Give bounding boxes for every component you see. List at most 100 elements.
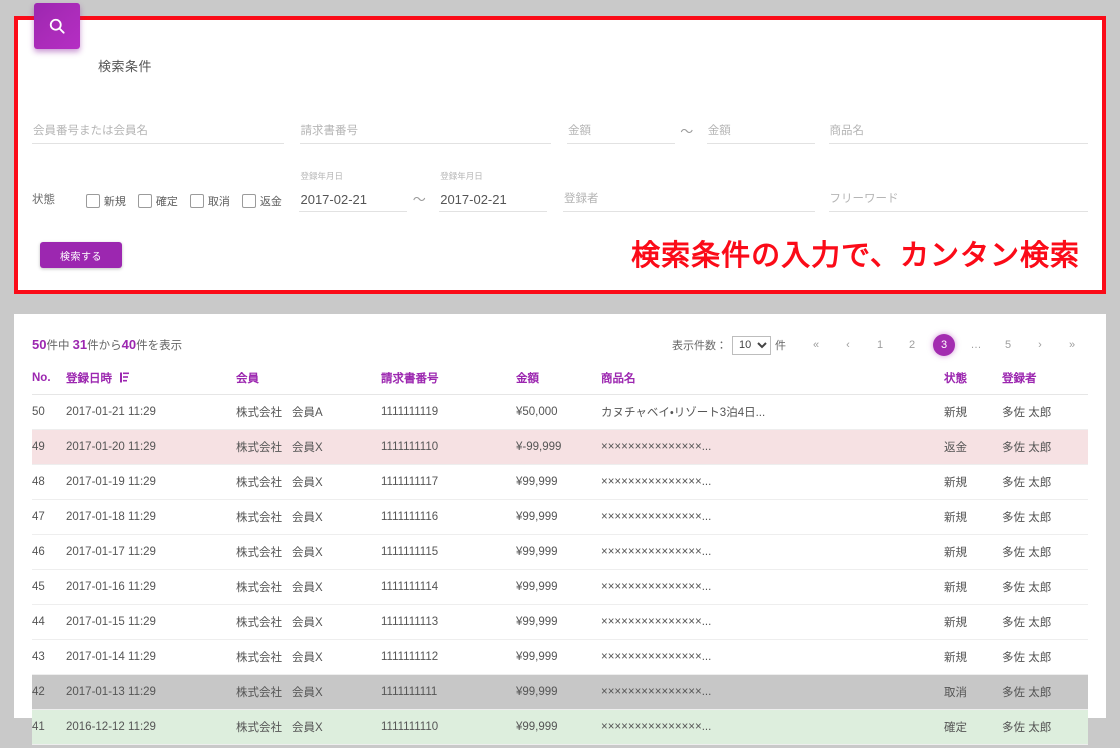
table-row[interactable]: 44 2017-01-15 11:29 株式会社 会員X 1111111113 ¥99,9… xyxy=(32,604,1088,640)
cell-member-name: 会員X xyxy=(292,477,323,489)
column-header-registrant[interactable]: 登録者 xyxy=(1002,366,1088,395)
result-count-prefix: 件中 xyxy=(46,340,70,352)
cell-invoice: 1111111119 xyxy=(381,394,516,430)
pagination-first[interactable]: « xyxy=(805,334,827,356)
cell-date: 2016-12-12 11:29 xyxy=(66,709,236,745)
table-row[interactable]: 50 2017-01-21 11:29 株式会社 会員A 1111111119 ¥50,0… xyxy=(32,394,1088,430)
table-row[interactable]: 46 2017-01-17 11:29 株式会社 会員X 1111111115 ¥99,9… xyxy=(32,534,1088,570)
pagination-page-5[interactable]: 5 xyxy=(997,334,1019,356)
cell-status: 新規 xyxy=(944,499,1002,535)
checkbox-box[interactable] xyxy=(85,194,100,208)
status-checkbox-label: 取消 xyxy=(207,196,230,208)
cell-date: 2017-01-18 11:29 xyxy=(66,499,236,535)
product-name-field[interactable]: 商品名 xyxy=(828,118,1088,144)
cell-product: ×××××××××××××××... xyxy=(601,604,944,640)
registrant-field[interactable]: 登録者 xyxy=(563,186,815,212)
search-row-1: 会員番号または会員名 請求書番号 金額 ～ 金額 商品名 xyxy=(32,102,1088,144)
member-field-placeholder: 会員番号または会員名 xyxy=(33,125,148,137)
column-header-member[interactable]: 会員 xyxy=(236,366,381,395)
cell-member: 株式会社 会員X xyxy=(236,709,381,745)
table-row[interactable]: 41 2016-12-12 11:29 株式会社 会員X 1111111110 ¥99,9… xyxy=(32,709,1088,745)
pagination-last[interactable]: » xyxy=(1061,334,1083,356)
cell-date: 2017-01-21 11:29 xyxy=(66,394,236,430)
per-page-select[interactable]: 10 xyxy=(732,335,771,355)
cell-status: 新規 xyxy=(944,569,1002,605)
cell-member-name: 会員X xyxy=(292,582,323,594)
date-to-field[interactable]: 登録年月日 2017-02-21 xyxy=(439,171,547,212)
sort-icon[interactable] xyxy=(120,372,130,383)
cell-no: 49 xyxy=(32,429,66,465)
result-count-to: 40 xyxy=(121,337,137,352)
column-header-no[interactable]: No. xyxy=(32,366,66,395)
pagination-page-1[interactable]: 1 xyxy=(869,334,891,356)
cell-product: カヌチャベイ・リゾート3泊4日... xyxy=(601,394,944,430)
status-checkbox-torikeshi[interactable]: 取消 xyxy=(189,193,230,209)
checkbox-box[interactable] xyxy=(189,194,204,208)
column-header-status[interactable]: 状態 xyxy=(944,366,1002,395)
cell-invoice: 1111111114 xyxy=(381,569,516,605)
cell-member: 株式会社 会員X xyxy=(236,569,381,605)
date-to-field-value: 2017-02-21 xyxy=(440,192,507,207)
cell-member: 株式会社 会員X xyxy=(236,534,381,570)
date-from-field-label: 登録年月日 xyxy=(300,171,343,181)
cell-member-company: 株式会社 xyxy=(236,407,282,419)
invoice-number-field[interactable]: 請求書番号 xyxy=(299,118,551,144)
pagination-page-2[interactable]: 2 xyxy=(901,334,923,356)
amount-range-separator: ～ xyxy=(680,124,694,139)
cell-invoice: 1111111112 xyxy=(381,639,516,675)
status-checkbox-shinki[interactable]: 新規 xyxy=(85,193,126,209)
pagination-next[interactable]: › xyxy=(1029,334,1051,356)
cell-product: ×××××××××××××××... xyxy=(601,639,944,675)
cell-member-company: 株式会社 xyxy=(236,582,282,594)
cell-registrant: 多佐 太郎 xyxy=(1002,604,1088,640)
search-row-2: 状態 新規 確定 取消 返金 登録年月日 2017-02-21 ～ 登録年月日 … xyxy=(32,166,1088,212)
status-checkbox-label: 新規 xyxy=(103,196,126,208)
column-header-product[interactable]: 商品名 xyxy=(601,366,944,395)
results-panel: 50件中 31件から40件を表示 表示件数： 10 件 « ‹ 1 2 3 … … xyxy=(14,314,1106,745)
registrant-field-placeholder: 登録者 xyxy=(564,193,599,205)
pagination-page-3[interactable]: 3 xyxy=(933,334,955,356)
status-checkbox-henkin[interactable]: 返金 xyxy=(241,193,282,209)
cell-date: 2017-01-17 11:29 xyxy=(66,534,236,570)
search-submit-button[interactable]: 検索する xyxy=(40,242,122,268)
cell-member: 株式会社 会員X xyxy=(236,499,381,535)
table-row[interactable]: 43 2017-01-14 11:29 株式会社 会員X 1111111112 ¥99,9… xyxy=(32,639,1088,675)
column-header-amount[interactable]: 金額 xyxy=(516,366,601,395)
cell-product: ×××××××××××××××... xyxy=(601,429,944,465)
invoice-number-field-placeholder: 請求書番号 xyxy=(300,125,359,137)
table-row[interactable]: 48 2017-01-19 11:29 株式会社 会員X 1111111117 ¥99,9… xyxy=(32,464,1088,500)
date-from-field[interactable]: 登録年月日 2017-02-21 xyxy=(299,171,408,212)
member-field[interactable]: 会員番号または会員名 xyxy=(32,118,284,144)
amount-to-field[interactable]: 金額 xyxy=(706,118,815,144)
cell-member-company: 株式会社 xyxy=(236,442,282,454)
date-to-field-label: 登録年月日 xyxy=(440,171,483,181)
search-panel: 検索条件 会員番号または会員名 請求書番号 金額 ～ 金額 商品名 状態 新規 … xyxy=(18,3,1102,290)
table-row[interactable]: 42 2017-01-13 11:29 株式会社 会員X 1111111111 ¥99,9… xyxy=(32,674,1088,710)
per-page-label: 表示件数： xyxy=(672,340,727,352)
cell-no: 47 xyxy=(32,499,66,535)
pagination-ellipsis: … xyxy=(970,339,982,351)
cell-member-company: 株式会社 xyxy=(236,722,282,734)
cell-invoice: 1111111116 xyxy=(381,499,516,535)
status-checkbox-group: 新規 確定 取消 返金 xyxy=(85,193,296,212)
freeword-field[interactable]: フリーワード xyxy=(828,186,1088,212)
cell-no: 43 xyxy=(32,639,66,675)
product-name-field-placeholder: 商品名 xyxy=(829,125,865,137)
amount-from-field[interactable]: 金額 xyxy=(567,118,675,144)
table-row[interactable]: 47 2017-01-18 11:29 株式会社 会員X 1111111116 ¥99,9… xyxy=(32,499,1088,535)
table-row[interactable]: 45 2017-01-16 11:29 株式会社 会員X 1111111114 ¥99,9… xyxy=(32,569,1088,605)
cell-status: 新規 xyxy=(944,639,1002,675)
checkbox-box[interactable] xyxy=(241,194,256,208)
cell-registrant: 多佐 太郎 xyxy=(1002,534,1088,570)
checkbox-box[interactable] xyxy=(137,194,152,208)
column-header-invoice[interactable]: 請求書番号 xyxy=(381,366,516,395)
pagination-prev[interactable]: ‹ xyxy=(837,334,859,356)
table-row[interactable]: 49 2017-01-20 11:29 株式会社 会員X 1111111110 ¥-99,… xyxy=(32,429,1088,465)
cell-status: 新規 xyxy=(944,534,1002,570)
status-checkbox-kakutei[interactable]: 確定 xyxy=(137,193,178,209)
cell-date: 2017-01-19 11:29 xyxy=(66,464,236,500)
cell-no: 44 xyxy=(32,604,66,640)
cell-member-name: 会員X xyxy=(292,652,323,664)
result-count-suffix: 件を表示 xyxy=(136,340,183,352)
column-header-date[interactable]: 登録日時 xyxy=(66,366,236,395)
